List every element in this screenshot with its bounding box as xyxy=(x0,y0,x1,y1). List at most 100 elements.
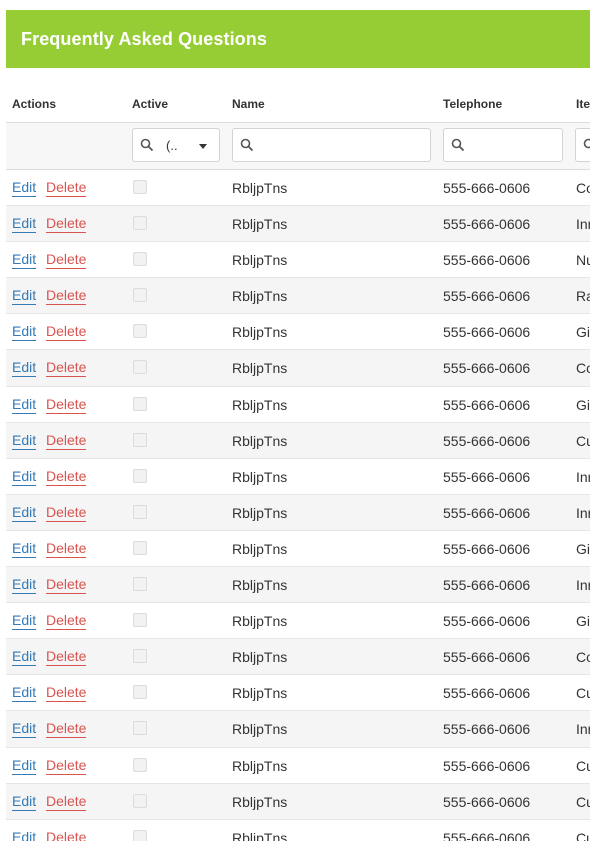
edit-link[interactable]: Edit xyxy=(12,468,37,486)
active-checkbox[interactable] xyxy=(133,216,147,231)
delete-link[interactable]: Delete xyxy=(46,359,87,378)
column-header-actions[interactable]: Actions xyxy=(12,97,56,111)
delete-link[interactable]: Delete xyxy=(46,793,87,811)
delete-link[interactable]: Delete xyxy=(46,215,87,234)
table-row[interactable]: Edit Delete RbljpTns 555-666-0606 Cu xyxy=(6,675,590,712)
active-checkbox[interactable] xyxy=(133,540,147,555)
active-checkbox[interactable] xyxy=(133,504,147,519)
active-checkbox[interactable] xyxy=(133,324,147,339)
delete-link[interactable]: Delete xyxy=(46,396,87,414)
name-cell: RbljpTns xyxy=(232,324,288,341)
active-filter-select[interactable]: (.. xyxy=(132,128,220,162)
name-filter-input[interactable] xyxy=(232,128,431,162)
delete-link[interactable]: Delete xyxy=(46,540,87,558)
table-row[interactable]: Edit Delete RbljpTns 555-666-0606 Co xyxy=(6,350,590,387)
delete-link[interactable]: Delete xyxy=(46,432,87,450)
edit-link[interactable]: Edit xyxy=(12,359,37,378)
edit-link[interactable]: Edit xyxy=(12,179,37,197)
active-checkbox[interactable] xyxy=(133,180,147,194)
table-row[interactable]: Edit Delete RbljpTns 555-666-0606 Co xyxy=(6,170,590,207)
column-headers: Actions Active Name Telephone Ite xyxy=(6,86,590,122)
active-checkbox[interactable] xyxy=(133,360,147,375)
column-header-name[interactable]: Name xyxy=(232,97,265,111)
edit-link[interactable]: Edit xyxy=(12,504,37,522)
delete-link[interactable]: Delete xyxy=(46,648,87,667)
name-cell: RbljpTns xyxy=(232,468,288,485)
name-cell: RbljpTns xyxy=(232,577,288,594)
page-header: Frequently Asked Questions xyxy=(6,10,590,68)
item-filter-input[interactable] xyxy=(575,128,590,162)
table-row[interactable]: Edit Delete RbljpTns 555-666-0606 Gia xyxy=(6,531,590,568)
item-cell: Nu xyxy=(576,252,590,269)
edit-link[interactable]: Edit xyxy=(12,432,37,450)
active-checkbox[interactable] xyxy=(133,685,147,700)
table-row[interactable]: Edit Delete RbljpTns 555-666-0606 Cu xyxy=(6,820,590,841)
delete-link[interactable]: Delete xyxy=(46,504,87,522)
table-row[interactable]: Edit Delete RbljpTns 555-666-0606 Inr xyxy=(6,206,590,243)
table-row[interactable]: Edit Delete RbljpTns 555-666-0606 Inr xyxy=(6,567,590,604)
telephone-filter-input[interactable] xyxy=(443,128,563,162)
edit-link[interactable]: Edit xyxy=(12,215,37,234)
item-cell: Ra xyxy=(576,288,590,305)
edit-link[interactable]: Edit xyxy=(12,648,37,667)
telephone-cell: 555-666-0606 xyxy=(443,685,531,702)
active-checkbox[interactable] xyxy=(133,721,147,736)
delete-link[interactable]: Delete xyxy=(46,720,87,739)
edit-link[interactable]: Edit xyxy=(12,793,37,811)
active-checkbox[interactable] xyxy=(133,252,147,267)
telephone-cell: 555-666-0606 xyxy=(443,504,531,521)
edit-link[interactable]: Edit xyxy=(12,323,37,342)
delete-link[interactable]: Delete xyxy=(46,287,87,306)
active-checkbox[interactable] xyxy=(133,396,147,411)
delete-link[interactable]: Delete xyxy=(46,576,87,595)
chevron-down-icon[interactable] xyxy=(199,144,207,149)
table-row[interactable]: Edit Delete RbljpTns 555-666-0606 Gia xyxy=(6,314,590,351)
delete-link[interactable]: Delete xyxy=(46,468,87,486)
delete-link[interactable]: Delete xyxy=(46,829,86,841)
item-cell: Inr xyxy=(576,468,590,485)
item-cell: Gia xyxy=(576,396,590,413)
active-checkbox[interactable] xyxy=(133,577,147,592)
column-header-active[interactable]: Active xyxy=(132,97,168,111)
active-checkbox[interactable] xyxy=(133,793,147,808)
delete-link[interactable]: Delete xyxy=(46,323,87,342)
edit-link[interactable]: Edit xyxy=(12,612,37,631)
delete-link[interactable]: Delete xyxy=(46,757,87,775)
table-row[interactable]: Edit Delete RbljpTns 555-666-0606 Cu xyxy=(6,748,590,784)
name-cell: RbljpTns xyxy=(232,360,288,377)
edit-link[interactable]: Edit xyxy=(12,757,37,775)
table-row[interactable]: Edit Delete RbljpTns 555-666-0606 Gia xyxy=(6,603,590,640)
edit-link[interactable]: Edit xyxy=(12,576,37,595)
column-header-telephone[interactable]: Telephone xyxy=(443,97,502,111)
edit-link[interactable]: Edit xyxy=(12,684,37,703)
active-checkbox[interactable] xyxy=(133,288,147,303)
active-checkbox[interactable] xyxy=(133,613,147,628)
edit-link[interactable]: Edit xyxy=(12,396,37,414)
table-row[interactable]: Edit Delete RbljpTns 555-666-0606 Ra xyxy=(6,278,590,315)
delete-link[interactable]: Delete xyxy=(46,251,87,270)
column-header-item[interactable]: Ite xyxy=(576,97,590,111)
table-row[interactable]: Edit Delete RbljpTns 555-666-0606 Inr xyxy=(6,711,590,748)
table-row[interactable]: Edit Delete RbljpTns 555-666-0606 Cu xyxy=(6,422,590,459)
edit-link[interactable]: Edit xyxy=(12,540,37,558)
table-row[interactable]: Edit Delete RbljpTns 555-666-0606 Nu xyxy=(6,242,590,279)
edit-link[interactable]: Edit xyxy=(12,829,36,841)
delete-link[interactable]: Delete xyxy=(46,179,87,197)
table-row[interactable]: Edit Delete RbljpTns 555-666-0606 Gia xyxy=(6,387,590,423)
table-row[interactable]: Edit Delete RbljpTns 555-666-0606 Inr xyxy=(6,494,590,531)
edit-link[interactable]: Edit xyxy=(12,287,37,306)
delete-link[interactable]: Delete xyxy=(46,612,87,631)
edit-link[interactable]: Edit xyxy=(12,720,37,739)
search-icon xyxy=(583,138,590,149)
name-cell: RbljpTns xyxy=(232,288,288,305)
delete-link[interactable]: Delete xyxy=(46,684,87,703)
active-checkbox[interactable] xyxy=(133,468,147,483)
active-checkbox[interactable] xyxy=(133,829,147,841)
active-checkbox[interactable] xyxy=(133,432,147,447)
edit-link[interactable]: Edit xyxy=(12,251,37,270)
active-checkbox[interactable] xyxy=(133,649,147,664)
active-checkbox[interactable] xyxy=(133,757,147,772)
table-row[interactable]: Edit Delete RbljpTns 555-666-0606 Cu xyxy=(6,783,590,820)
table-row[interactable]: Edit Delete RbljpTns 555-666-0606 Co xyxy=(6,639,590,676)
table-row[interactable]: Edit Delete RbljpTns 555-666-0606 Inr xyxy=(6,459,590,495)
